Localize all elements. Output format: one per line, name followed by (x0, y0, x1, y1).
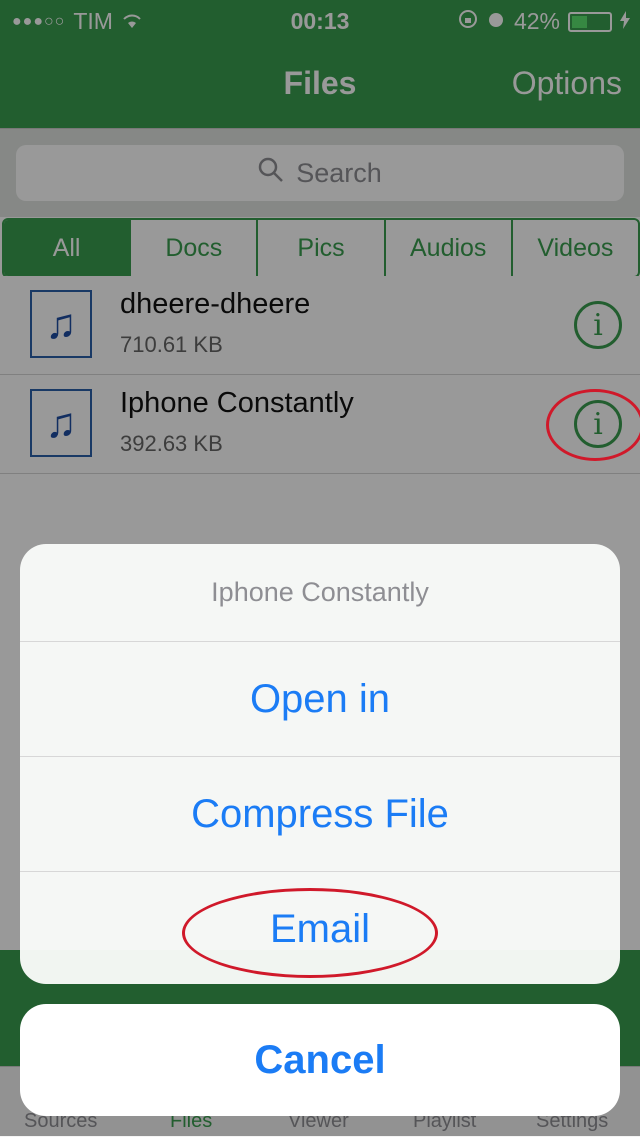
compress-file-button[interactable]: Compress File (20, 757, 620, 872)
action-sheet-title: Iphone Constantly (20, 544, 620, 642)
email-highlight-annotation (182, 888, 438, 978)
info-highlight-annotation (546, 389, 640, 461)
open-in-button[interactable]: Open in (20, 642, 620, 757)
cancel-button[interactable]: Cancel (20, 1004, 620, 1116)
